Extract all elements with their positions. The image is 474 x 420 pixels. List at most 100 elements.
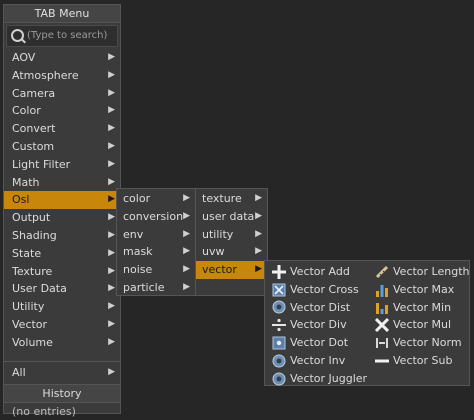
minus-icon [375, 354, 389, 368]
divide-icon [272, 318, 286, 332]
menu-item-label: Vector Mul [393, 318, 452, 332]
menu-item-label: user data [202, 209, 255, 223]
osl-item-uvw[interactable]: uvw ▶ [196, 243, 267, 261]
normalize-icon [375, 336, 389, 350]
menu-item-label: Math [12, 175, 40, 189]
submenu-arrow-icon: ▶ [108, 140, 115, 151]
menu-item-label: Convert [12, 122, 56, 136]
menu-item-label: Vector Length [393, 265, 470, 278]
submenu-arrow-icon: ▶ [255, 246, 262, 257]
menu-item-label: AOV [12, 51, 36, 64]
osl-item-particle[interactable]: particle ▶ [117, 279, 195, 297]
menu-item-label: Atmosphere [12, 68, 79, 82]
osl-item-texture[interactable]: texture ▶ [196, 190, 267, 208]
menu-item-atmosphere[interactable]: Atmosphere ▶ [4, 67, 120, 85]
osl-item-utility[interactable]: utility ▶ [196, 226, 267, 244]
plus-icon [272, 264, 286, 279]
submenu-arrow-icon: ▶ [183, 228, 190, 239]
menu-item-label: Vector Add [290, 265, 350, 278]
menu-item-aov[interactable]: AOV ▶ [4, 49, 120, 67]
vector-item-vector-min[interactable]: Vector Min [375, 299, 451, 317]
menu-item-output[interactable]: Output ▶ [4, 209, 120, 227]
gear-node-icon [272, 354, 286, 368]
menu-item-label: Color [12, 104, 41, 118]
submenu-arrow-icon: ▶ [108, 212, 115, 223]
menu-item-label: All [12, 365, 26, 379]
menu-item-math[interactable]: Math ▶ [4, 174, 120, 192]
tab-menu-title: TAB Menu [4, 5, 120, 23]
menu-item-camera[interactable]: Camera ▶ [4, 85, 120, 103]
submenu-arrow-icon: ▶ [255, 193, 262, 203]
menu-item-osl[interactable]: Osl ▶ [4, 191, 120, 210]
vector-item-vector-norm[interactable]: Vector Norm [375, 334, 462, 352]
vector-item-vector-juggler[interactable]: Vector Juggler [272, 370, 367, 388]
submenu-arrow-icon: ▶ [108, 105, 115, 116]
vector-item-vector-dot[interactable]: Vector Dot [272, 334, 348, 352]
vector-item-vector-length[interactable]: Vector Length [375, 263, 470, 281]
menu-item-label: Volume [12, 335, 53, 349]
vector-item-vector-inv[interactable]: Vector Inv [272, 352, 345, 370]
submenu-arrow-icon: ▶ [108, 247, 115, 258]
menu-item-label: utility [202, 227, 234, 241]
submenu-arrow-icon: ▶ [108, 194, 115, 205]
submenu-arrow-icon: ▶ [183, 281, 190, 292]
osl-item-mask[interactable]: mask ▶ [117, 243, 195, 261]
vector-item-vector-mul[interactable]: Vector Mul [374, 316, 452, 334]
submenu-arrow-icon: ▶ [108, 123, 115, 134]
submenu-arrow-icon: ▶ [108, 158, 115, 169]
menu-item-label: Light Filter [12, 157, 71, 171]
menu-item-volume[interactable]: Volume ▶ [4, 334, 120, 352]
menu-item-all[interactable]: All ▶ [4, 364, 120, 382]
menu-item-label: Vector Juggler [290, 371, 368, 385]
menu-item-color[interactable]: Color ▶ [4, 102, 120, 120]
menu-item-label: Vector Min [393, 300, 452, 314]
menu-item-label: User Data [12, 282, 67, 296]
bar-max-icon [375, 283, 389, 297]
tab-menu: TAB Menu AOV▶Atmosphere▶Camera▶Color▶Con… [3, 4, 121, 418]
search-input[interactable] [27, 27, 117, 43]
osl-item-env[interactable]: env ▶ [117, 226, 195, 244]
menu-item-label: uvw [202, 245, 225, 259]
menu-item-light-filter[interactable]: Light Filter ▶ [4, 156, 120, 174]
vector-item-vector-cross[interactable]: Vector Cross [272, 281, 359, 299]
submenu-arrow-icon: ▶ [183, 210, 190, 221]
vector-item-vector-dist[interactable]: Vector Dist [272, 299, 350, 317]
osl-item-conversion[interactable]: conversion ▶ [117, 208, 195, 226]
submenu-arrow-icon: ▶ [108, 318, 115, 329]
menu-item-label: Vector Div [290, 318, 347, 332]
submenu-arrow-icon: ▶ [183, 193, 190, 203]
submenu-arrow-icon: ▶ [183, 246, 190, 257]
menu-item-shading[interactable]: Shading ▶ [4, 227, 120, 245]
menu-item-label: Vector [12, 317, 48, 331]
submenu-arrow-icon: ▶ [108, 52, 115, 62]
menu-item-texture[interactable]: Texture ▶ [4, 263, 120, 281]
history-header: History [4, 384, 120, 404]
submenu-arrow-icon: ▶ [108, 283, 115, 294]
submenu-arrow-icon: ▶ [108, 265, 115, 276]
menu-item-label: Vector Dist [290, 300, 351, 314]
vector-item-vector-div[interactable]: Vector Div [272, 316, 347, 334]
osl-item-color[interactable]: color ▶ [117, 190, 195, 208]
dot-product-icon [272, 336, 286, 350]
menu-item-label: particle [123, 280, 165, 294]
search-box[interactable] [6, 25, 118, 47]
menu-item-label: conversion [123, 209, 184, 223]
menu-item-label: State [12, 246, 42, 260]
menu-item-label: Vector Dot [290, 336, 349, 350]
menu-item-label: Custom [12, 139, 55, 153]
menu-item-custom[interactable]: Custom ▶ [4, 138, 120, 156]
menu-item-vector[interactable]: Vector ▶ [4, 316, 120, 334]
gear-node-icon [272, 372, 286, 386]
menu-item-utility[interactable]: Utility ▶ [4, 298, 120, 316]
ruler-icon [375, 265, 389, 279]
vector-item-vector-sub[interactable]: Vector Sub [375, 352, 453, 370]
osl-item-noise[interactable]: noise ▶ [117, 261, 195, 279]
osl-item-user-data[interactable]: user data ▶ [196, 208, 267, 226]
menu-item-state[interactable]: State ▶ [4, 245, 120, 263]
menu-item-label: Vector Cross [290, 282, 359, 296]
menu-item-convert[interactable]: Convert ▶ [4, 120, 120, 138]
vector-item-vector-add[interactable]: Vector Add [272, 263, 350, 281]
menu-item-user-data[interactable]: User Data ▶ [4, 280, 120, 298]
vector-item-vector-max[interactable]: Vector Max [375, 281, 454, 299]
menu-item-label: texture [202, 192, 242, 205]
